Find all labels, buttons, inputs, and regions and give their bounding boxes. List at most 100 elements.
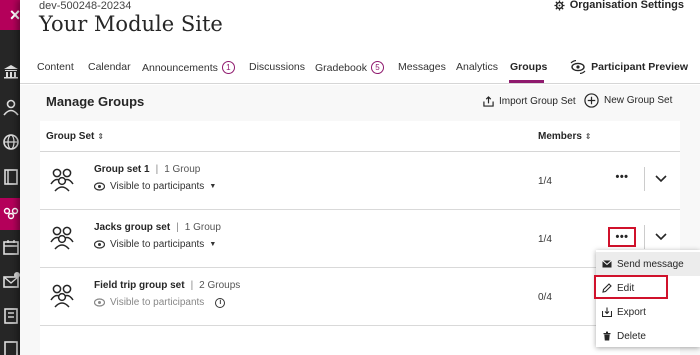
courses-icon[interactable] (2, 168, 20, 186)
eye-refresh-icon (570, 60, 586, 74)
sort-icon: ⇕ (97, 132, 105, 141)
groups-nav-icon[interactable] (2, 205, 20, 223)
menu-item-send-message[interactable]: Send message (596, 252, 700, 276)
tab-content[interactable]: Content (37, 61, 74, 73)
globe-icon[interactable] (2, 133, 20, 151)
group-icon (50, 224, 74, 250)
visibility-dropdown[interactable]: Visible to participants ▼ (94, 239, 216, 250)
menu-item-label: Edit (617, 282, 635, 294)
eye-icon (94, 298, 105, 307)
left-nav-rail: × (0, 0, 20, 355)
gradebook-badge: 5 (370, 61, 384, 74)
tab-calendar[interactable]: Calendar (88, 61, 131, 73)
profile-icon[interactable] (2, 98, 20, 116)
institution-icon[interactable] (2, 62, 20, 80)
pencil-icon (602, 283, 612, 293)
group-count: 1 Group (184, 222, 221, 233)
envelope-icon (602, 260, 612, 268)
group-set-title: Group set 1 (94, 164, 150, 175)
more-options-button[interactable]: ••• (608, 169, 636, 189)
import-group-set-button[interactable]: Import Group Set (483, 96, 576, 107)
separator: | (176, 222, 179, 233)
menu-item-label: Send message (617, 258, 684, 270)
group-count: 1 Group (164, 164, 201, 175)
module-panel: dev-500248-20234 Your Module Site Organi… (20, 0, 700, 355)
separator: | (190, 280, 194, 291)
page-title: Your Module Site (39, 12, 223, 36)
visibility-dropdown[interactable]: Visible to participants ▼ (94, 181, 216, 192)
group-set-title: Jacks group set (94, 222, 171, 233)
members-count: 0/4 (538, 292, 552, 303)
gear-icon (554, 0, 565, 11)
menu-item-export[interactable]: Export (596, 300, 700, 324)
course-tabs: Content Calendar Announcements 1 Discussi… (20, 52, 700, 84)
info-icon[interactable]: i (215, 297, 226, 308)
visibility-label: Visible to participants (110, 297, 205, 308)
column-header-label: Members (538, 131, 582, 142)
organisation-settings-label: Organisation Settings (569, 0, 684, 11)
group-count: 2 Groups (199, 280, 241, 291)
tools-nav-icon[interactable] (2, 340, 20, 355)
menu-item-label: Delete (617, 330, 646, 342)
participant-preview-label: Participant Preview (591, 61, 688, 73)
group-set-name[interactable]: Field trip group set | 2 Groups (94, 280, 240, 291)
course-id: dev-500248-20234 (39, 0, 132, 12)
announcements-badge: 1 (221, 61, 235, 74)
tab-label: Groups (510, 61, 548, 73)
organisation-settings-button[interactable]: Organisation Settings (554, 0, 684, 11)
participant-preview-button[interactable]: Participant Preview (570, 60, 688, 74)
eye-icon (94, 240, 105, 249)
more-options-button[interactable]: ••• (608, 227, 636, 247)
group-sets-table: Group Set ⇕ Members ⇕ Group set 1 | 1 Group … (40, 121, 680, 355)
trash-icon (603, 331, 611, 341)
tab-label: Calendar (88, 61, 131, 73)
tab-label: Content (37, 61, 74, 73)
tab-label: Analytics (456, 61, 499, 73)
group-set-name[interactable]: Group set 1 | 1 Group (94, 164, 200, 175)
tab-label: Announcements (142, 61, 218, 74)
tab-gradebook[interactable]: Gradebook 5 (315, 61, 384, 74)
table-row: Jacks group set | 1 Group Visible to parti… (40, 210, 680, 268)
eye-icon (94, 182, 105, 191)
calendar-nav-icon[interactable] (2, 238, 20, 256)
visibility-dropdown[interactable]: Visible to participants i (94, 297, 226, 308)
separator: | (155, 164, 159, 175)
menu-item-label: Export (617, 306, 646, 318)
messages-nav-icon[interactable] (2, 272, 20, 290)
tab-groups[interactable]: Groups (510, 61, 547, 73)
manage-groups-title: Manage Groups (46, 94, 145, 109)
tab-announcements[interactable]: Announcements 1 (142, 61, 235, 74)
close-button[interactable]: × (0, 0, 20, 30)
sort-icon: ⇕ (584, 132, 592, 141)
members-count: 1/4 (538, 234, 552, 245)
tab-analytics[interactable]: Analytics (456, 61, 498, 73)
group-set-title: Field trip group set (94, 280, 185, 291)
active-tab-underline (509, 80, 544, 83)
plus-circle-icon (584, 93, 599, 108)
grades-nav-icon[interactable] (2, 307, 20, 325)
group-set-column-header[interactable]: Group Set ⇕ (46, 131, 104, 142)
tab-label: Messages (398, 61, 446, 73)
table-row: Group set 1 | 1 Group Visible to participa… (40, 152, 680, 210)
new-group-set-button[interactable]: New Group Set (584, 93, 672, 108)
new-group-set-label: New Group Set (604, 95, 673, 106)
group-set-name[interactable]: Jacks group set | 1 Group (94, 222, 221, 233)
members-column-header[interactable]: Members ⇕ (538, 131, 592, 142)
chevron-down-icon[interactable] (654, 230, 668, 244)
visibility-label: Visible to participants (110, 239, 205, 250)
tab-label: Discussions (249, 61, 306, 73)
caret-down-icon: ▼ (209, 183, 217, 190)
tab-discussions[interactable]: Discussions (249, 61, 305, 73)
group-icon (50, 166, 74, 192)
menu-item-edit[interactable]: Edit (596, 276, 700, 300)
chevron-down-icon[interactable] (654, 172, 668, 186)
row-divider (644, 225, 645, 249)
group-icon (50, 282, 74, 308)
tab-label: Gradebook (315, 61, 367, 74)
import-group-set-label: Import Group Set (499, 96, 576, 107)
more-options-menu: Send message Edit Export Delete (596, 250, 700, 347)
members-count: 1/4 (538, 176, 552, 187)
menu-item-delete[interactable]: Delete (596, 324, 700, 348)
tab-messages[interactable]: Messages (398, 61, 446, 73)
caret-down-icon: ▼ (209, 241, 217, 248)
